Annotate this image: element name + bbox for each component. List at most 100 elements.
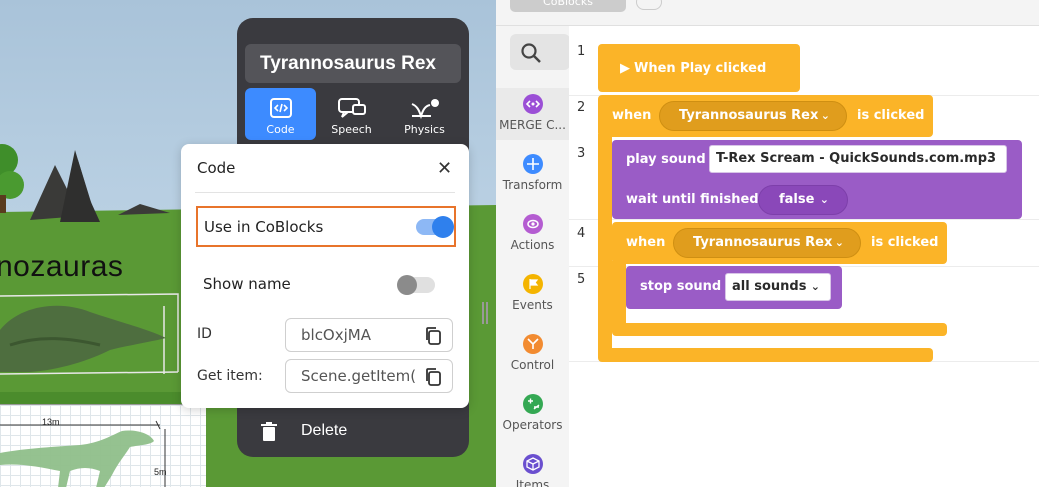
category-label: Transform xyxy=(502,178,563,192)
delete-label: Delete xyxy=(301,422,348,439)
height-dimension-label: 5m xyxy=(154,467,167,477)
palette-search-button[interactable] xyxy=(510,34,570,70)
control-icon xyxy=(522,334,543,354)
object-dropdown-2[interactable]: Tyrannosaurus Rex ⌄ xyxy=(673,228,861,258)
dropdown-value: all sounds xyxy=(732,279,807,294)
dropdown-value: Tyrannosaurus Rex xyxy=(693,235,833,250)
scene-info-card: 13m 5m xyxy=(0,404,206,487)
tab-coblocks[interactable]: CoBlocks xyxy=(510,0,626,12)
category-actions[interactable]: Actions xyxy=(496,214,569,252)
block-label: When Play clicked xyxy=(634,61,767,76)
get-item-field[interactable]: Scene.getItem( xyxy=(285,359,453,393)
line-number: 4 xyxy=(577,226,586,241)
popup-title: Code xyxy=(197,159,236,177)
when-clicked-block-2[interactable]: when Tyrannosaurus Rex ⌄ is clicked xyxy=(612,222,947,264)
trash-icon xyxy=(261,422,277,441)
line-number: 1 xyxy=(577,44,586,59)
editor-tab-bar: CoBlocks xyxy=(496,0,1039,26)
coblocks-editor: CoBlocks MERGE C... Transform Actions Ev… xyxy=(482,0,1039,487)
code-workspace[interactable]: 1 2 3 4 5 ▶ When Play clicked when Tyran… xyxy=(569,26,1039,487)
id-label: ID xyxy=(197,326,212,342)
play-triangle-icon: ▶ xyxy=(620,61,630,76)
tab-code[interactable]: Code xyxy=(245,88,316,140)
trex-silhouette xyxy=(0,420,166,487)
stop-sound-block[interactable]: stop sound all sounds ⌄ xyxy=(626,266,842,309)
get-item-label: Get item: xyxy=(197,368,263,384)
close-icon[interactable]: ✕ xyxy=(437,158,452,179)
wait-value-dropdown[interactable]: false ⌄ xyxy=(758,185,848,215)
block-label: stop sound xyxy=(640,279,722,294)
category-control[interactable]: Control xyxy=(496,334,569,372)
block-label: when xyxy=(612,108,652,123)
width-dimension-label: 13m xyxy=(42,417,60,427)
sound-file-dropdown[interactable]: T-Rex Scream - QuickSounds.com.mp3 ⌄ xyxy=(709,145,1007,173)
object-name-field[interactable]: Tyrannosaurus Rex xyxy=(245,44,461,83)
copy-icon[interactable] xyxy=(424,326,442,346)
tab-speech-label: Speech xyxy=(331,123,372,136)
get-item-value: Scene.getItem( xyxy=(301,367,416,385)
category-items[interactable]: Items xyxy=(496,454,569,487)
category-label: Control xyxy=(510,358,555,372)
dropdown-value: T-Rex Scream - QuickSounds.com.mp3 xyxy=(716,151,997,166)
code-icon xyxy=(269,98,292,118)
object-dropdown-1[interactable]: Tyrannosaurus Rex ⌄ xyxy=(659,101,847,131)
block-label: when xyxy=(626,235,666,250)
block-label: wait until finished xyxy=(626,192,759,207)
chevron-down-icon: ⌄ xyxy=(986,152,996,165)
divider xyxy=(195,192,455,193)
category-label: Events xyxy=(512,298,553,312)
use-in-coblocks-row: Use in CoBlocks xyxy=(196,206,456,247)
block-palette: MERGE C... Transform Actions Events Cont… xyxy=(496,26,570,487)
id-value: blcOxjMA xyxy=(301,326,371,344)
line-number: 2 xyxy=(577,100,586,115)
category-events[interactable]: Events xyxy=(496,274,569,312)
block-label: play sound xyxy=(626,152,706,167)
block-label: is clicked xyxy=(857,108,925,123)
show-name-label: Show name xyxy=(203,275,291,293)
add-tab-button[interactable] xyxy=(636,0,662,10)
resize-handle[interactable] xyxy=(482,302,490,324)
code-settings-popup: Code ✕ Use in CoBlocks Show name ID blcO… xyxy=(181,144,469,408)
show-name-toggle[interactable] xyxy=(397,275,435,295)
tab-physics-label: Physics xyxy=(404,123,445,136)
search-icon xyxy=(521,43,541,63)
use-in-coblocks-toggle[interactable] xyxy=(416,216,454,238)
category-label: Items xyxy=(515,478,550,487)
c-block-arm-2 xyxy=(612,261,626,327)
tab-speech[interactable]: Speech xyxy=(316,88,387,140)
line-divider xyxy=(569,219,1039,220)
category-label: Actions xyxy=(510,238,555,252)
toggle-knob xyxy=(397,275,417,295)
play-sound-block[interactable]: play sound T-Rex Scream - QuickSounds.co… xyxy=(612,140,1022,219)
c-block-foot-1 xyxy=(598,348,933,362)
dropdown-value: false xyxy=(779,192,815,207)
chevron-down-icon: ⌄ xyxy=(810,280,820,293)
c-block-arm-1 xyxy=(598,134,612,358)
merge-cube-icon xyxy=(522,94,543,114)
delete-button[interactable]: Delete xyxy=(237,416,469,449)
category-merge-cube[interactable]: MERGE C... xyxy=(496,88,569,140)
category-transform[interactable]: Transform xyxy=(496,154,569,192)
operators-icon xyxy=(522,394,543,414)
dropdown-value: Tyrannosaurus Rex xyxy=(679,108,819,123)
line-number: 3 xyxy=(577,146,586,161)
when-play-clicked-block[interactable]: ▶ When Play clicked xyxy=(598,44,800,92)
transform-icon xyxy=(522,154,543,174)
when-clicked-block-1[interactable]: when Tyrannosaurus Rex ⌄ is clicked xyxy=(598,95,933,137)
category-operators[interactable]: Operators xyxy=(496,394,569,432)
stop-target-dropdown[interactable]: all sounds ⌄ xyxy=(725,273,831,301)
c-block-foot-2 xyxy=(612,323,947,336)
tab-physics[interactable]: Physics xyxy=(389,88,460,140)
toggle-knob xyxy=(432,216,454,238)
scene-text-label: nozauras xyxy=(0,250,124,283)
physics-icon xyxy=(411,99,439,120)
line-number: 5 xyxy=(577,272,586,287)
tab-code-label: Code xyxy=(266,123,295,136)
category-label: Operators xyxy=(502,418,563,432)
id-field[interactable]: blcOxjMA xyxy=(285,318,453,352)
chevron-down-icon: ⌄ xyxy=(820,109,830,122)
actions-icon xyxy=(522,214,543,234)
copy-icon[interactable] xyxy=(424,367,442,387)
use-in-coblocks-label: Use in CoBlocks xyxy=(204,218,324,236)
chevron-down-icon: ⌄ xyxy=(819,193,829,206)
